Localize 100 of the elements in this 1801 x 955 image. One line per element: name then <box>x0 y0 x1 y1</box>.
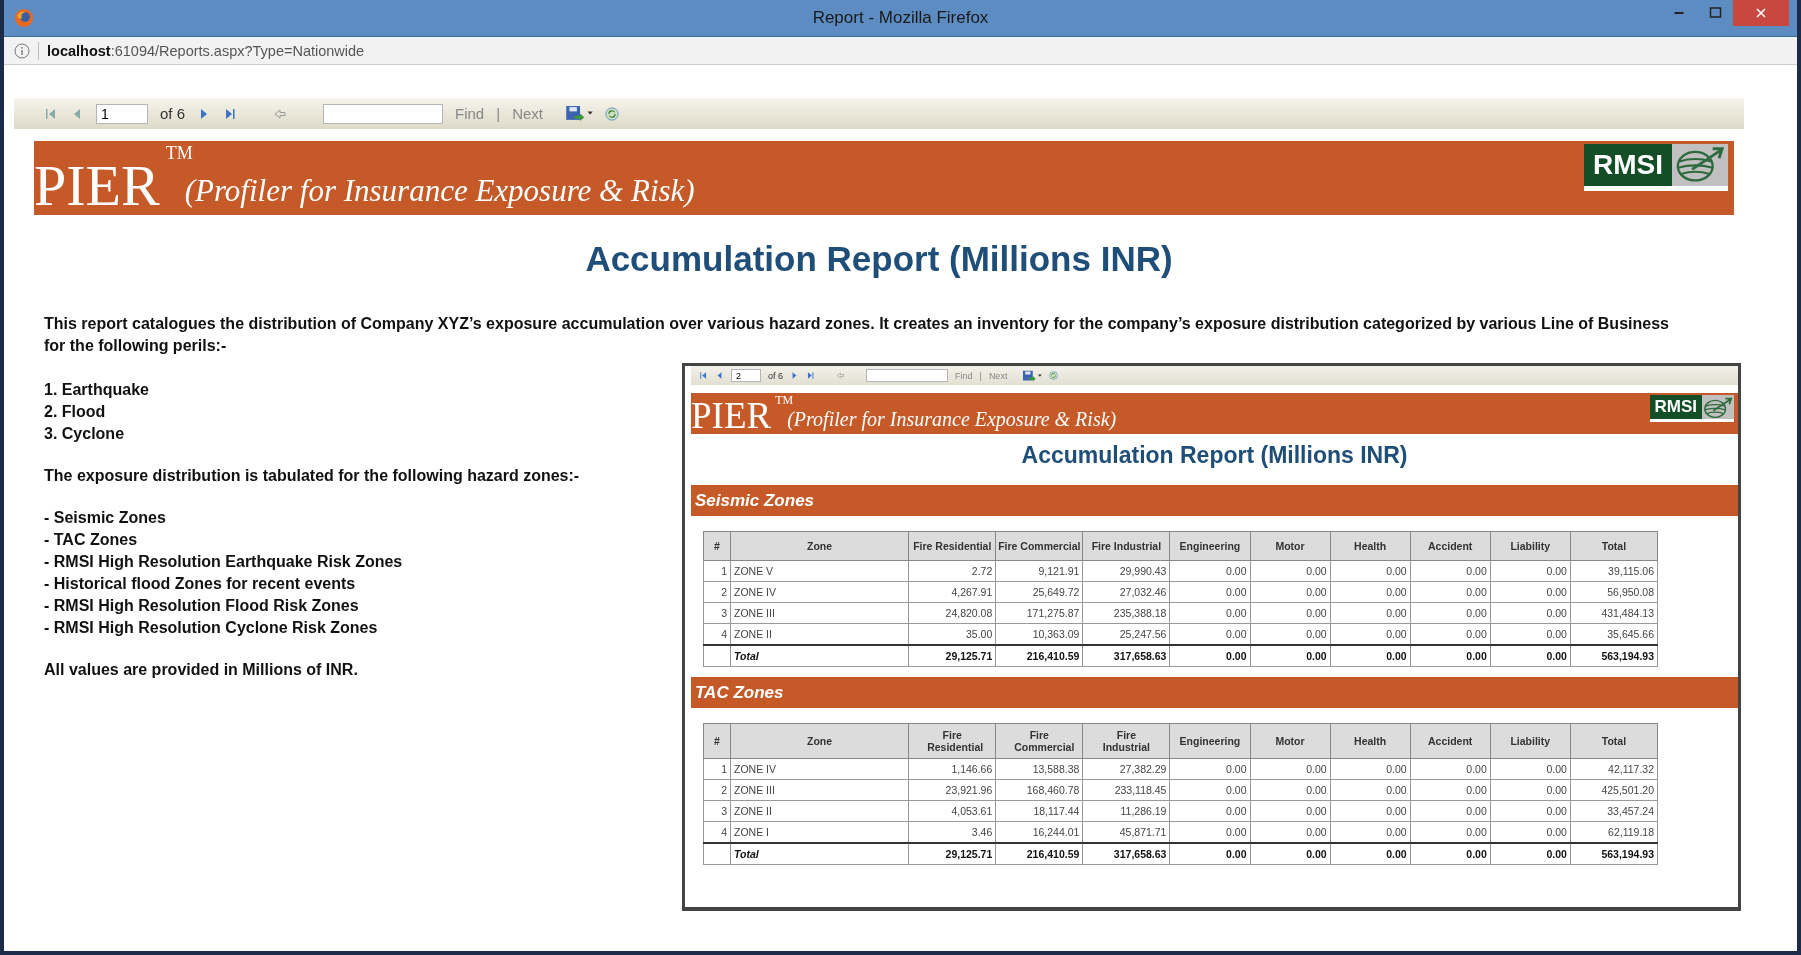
hazard-zone-item: - RMSI High Resolution Earthquake Risk Zones <box>44 552 403 572</box>
table-cell: 0.00 <box>1169 758 1250 780</box>
table-cell: 0.00 <box>1169 602 1250 624</box>
page-count: of 6 <box>160 105 186 122</box>
table-cell: 0.00 <box>1410 602 1491 624</box>
back-arrow-icon[interactable] <box>273 106 288 121</box>
table-cell: 431,484.13 <box>1570 602 1658 624</box>
total-cell: 0.00 <box>1330 645 1411 667</box>
hazard-zone-item: - Seismic Zones <box>44 508 166 528</box>
table-cell: 0.00 <box>1250 560 1331 582</box>
close-button[interactable] <box>1733 0 1789 26</box>
column-header: # <box>703 723 731 759</box>
row-number: 3 <box>703 800 731 822</box>
row-number: 4 <box>703 821 731 843</box>
column-header: Fire Commercial <box>995 723 1083 759</box>
table-cell: 0.00 <box>1330 800 1411 822</box>
table-cell: 29,990.43 <box>1082 560 1170 582</box>
refresh-icon[interactable] <box>604 106 619 121</box>
table-cell: 0.00 <box>1330 779 1411 801</box>
table-cell: 4,053.61 <box>908 800 996 822</box>
next-link[interactable]: Next <box>988 370 1008 381</box>
product-logo: PIER <box>691 397 772 434</box>
hazard-zone-item: - RMSI High Resolution Flood Risk Zones <box>44 596 359 616</box>
table-cell: ZONE IV <box>730 758 909 780</box>
table-cell: 0.00 <box>1410 800 1491 822</box>
save-disk-icon[interactable] <box>564 105 593 122</box>
column-header: Fire Commercial <box>995 531 1083 561</box>
table-cell: 0.00 <box>1250 800 1331 822</box>
table-cell: 25,649.72 <box>995 581 1083 603</box>
total-label: Total <box>730 843 909 865</box>
table-cell: ZONE II <box>730 800 909 822</box>
browser-icon <box>14 8 34 28</box>
column-header: Zone <box>730 531 909 561</box>
total-cell: 0.00 <box>1410 843 1491 865</box>
table-cell: 0.00 <box>1490 758 1571 780</box>
table-cell: 18,117.44 <box>995 800 1083 822</box>
last-page-icon[interactable] <box>223 106 238 121</box>
table-cell: 0.00 <box>1250 779 1331 801</box>
find-link[interactable]: Find <box>455 105 485 122</box>
find-link[interactable]: Find <box>955 370 973 381</box>
table-cell: 27,032.46 <box>1082 581 1170 603</box>
total-cell: 317,658.63 <box>1082 645 1170 667</box>
total-cell: 0.00 <box>1169 645 1250 667</box>
table-cell: 0.00 <box>1169 779 1250 801</box>
refresh-icon[interactable] <box>1049 371 1059 380</box>
intro-paragraph: This report catalogues the distribution of Company XYZ’s exposure accumulation over various hazard zones. It creates an inventory for the company’s exposure distribution categorized by various Line of Business for the following perils:- <box>44 314 1670 356</box>
table-cell: 0.00 <box>1330 758 1411 780</box>
address-bar[interactable]: localhost:61094/Reports.aspx?Type=Nationwide <box>4 37 1797 65</box>
table-cell: 235,388.18 <box>1082 602 1170 624</box>
table-cell: 42,117.32 <box>1570 758 1658 780</box>
column-header: Health <box>1330 531 1411 561</box>
next-link[interactable]: Next <box>512 105 543 122</box>
page-url: localhost:61094/Reports.aspx?Type=Nationwide <box>47 42 365 59</box>
peril-item: 2. Flood <box>44 402 106 422</box>
page-number-field[interactable]: 1 <box>96 103 148 124</box>
column-header: Zone <box>730 723 909 759</box>
table-cell: 0.00 <box>1410 779 1491 801</box>
page-number-field[interactable]: 2 <box>731 369 761 382</box>
table-cell: 27,382.29 <box>1082 758 1170 780</box>
find-field[interactable] <box>866 369 948 382</box>
product-logo: PIER <box>34 157 160 215</box>
column-header: Motor <box>1250 723 1331 759</box>
hazard-zone-item: - TAC Zones <box>44 530 138 550</box>
save-disk-icon[interactable] <box>1022 369 1043 382</box>
table-cell: 0.00 <box>1490 800 1571 822</box>
table-cell: 11,286.19 <box>1082 800 1170 822</box>
table-cell: 0.00 <box>1169 800 1250 822</box>
table-cell: 0.00 <box>1490 779 1571 801</box>
section-header: TAC Zones <box>691 677 1738 708</box>
column-header: Fire Industrial <box>1082 723 1170 759</box>
column-header: Liability <box>1490 531 1571 561</box>
last-page-icon[interactable] <box>806 371 815 380</box>
next-page-icon[interactable] <box>790 371 799 380</box>
total-cell: 563,194.93 <box>1570 843 1658 865</box>
total-cell: 0.00 <box>1169 843 1250 865</box>
table-cell: 1,146.66 <box>908 758 996 780</box>
previous-page-icon[interactable] <box>715 371 724 380</box>
total-label: Total <box>730 645 909 667</box>
table-cell: 0.00 <box>1330 581 1411 603</box>
find-field[interactable] <box>323 103 444 124</box>
column-header: Engineering <box>1169 531 1250 561</box>
total-cell: 0.00 <box>1250 645 1331 667</box>
table-cell: 0.00 <box>1490 560 1571 582</box>
column-header: Total <box>1570 723 1658 759</box>
table-cell: ZONE III <box>730 602 909 624</box>
total-cell: 317,658.63 <box>1082 843 1170 865</box>
table-cell: 0.00 <box>1330 560 1411 582</box>
row-number: 1 <box>703 560 731 582</box>
total-cell: 0.00 <box>1250 843 1331 865</box>
row-number: 1 <box>703 758 731 780</box>
column-header: Liability <box>1490 723 1571 759</box>
globe-arrow-icon <box>1702 395 1734 419</box>
first-page-icon[interactable] <box>44 106 58 121</box>
company-name: RMSI <box>1649 395 1702 419</box>
table-cell: ZONE III <box>730 779 909 801</box>
total-cell: 29,125.71 <box>908 645 996 667</box>
table-cell: ZONE IV <box>730 581 909 603</box>
column-header: Motor <box>1250 531 1331 561</box>
first-page-icon[interactable] <box>699 371 708 380</box>
info-icon <box>14 42 30 59</box>
